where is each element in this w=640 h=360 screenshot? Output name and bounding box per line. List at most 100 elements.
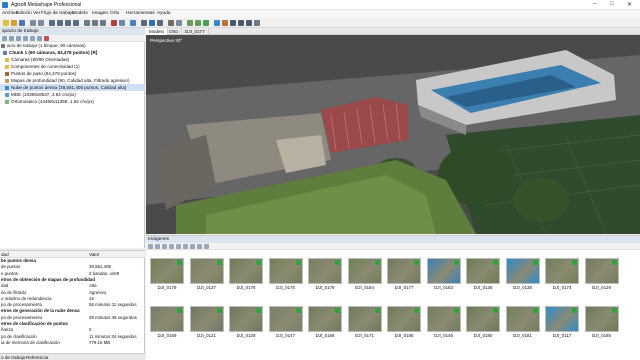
disable-icon[interactable]: [37, 36, 42, 41]
close-button[interactable]: ✕: [627, 1, 632, 8]
menu-ver[interactable]: Ver: [33, 11, 40, 16]
point-cloud-view-icon[interactable]: [141, 20, 147, 26]
image-thumbnail[interactable]: DJI_0169: [150, 306, 184, 339]
enable-camera-icon[interactable]: [183, 244, 188, 249]
menu-ayuda[interactable]: Ayuda: [157, 11, 171, 16]
menu-orto[interactable]: Orto: [110, 11, 119, 16]
tree-item-components[interactable]: Componentes de conectividad (1): [0, 63, 145, 70]
image-thumbnail[interactable]: DJI_0175: [268, 258, 303, 291]
dots-icon[interactable]: [246, 20, 252, 26]
globe-icon[interactable]: [214, 20, 220, 26]
camera-view-icon[interactable]: [168, 20, 174, 26]
image-thumbnail[interactable]: DJI_0171: [347, 306, 382, 339]
image-thumbnail[interactable]: DJI_0181: [505, 306, 540, 339]
menu-flujo-de-trabajo[interactable]: Flujo de trabajo: [41, 11, 74, 16]
tree-item-cameras[interactable]: Cámaras (90/90 Orientadas): [0, 56, 145, 63]
ruler-icon[interactable]: [130, 20, 136, 26]
image-thumbnail[interactable]: DJI_0180: [466, 306, 500, 339]
filter-icon[interactable]: [169, 244, 174, 249]
aligned-check-icon: [177, 308, 182, 313]
image-thumbnail[interactable]: DJI_0129: [584, 258, 619, 291]
remove-camera-icon[interactable]: [197, 244, 202, 249]
image-thumbnail[interactable]: DJI_0178: [308, 258, 342, 291]
menu-herramientas[interactable]: Herramientas: [126, 11, 155, 16]
image-thumbnail[interactable]: DJI_0176: [229, 258, 263, 291]
tab-photo-dji-0177[interactable]: DJI_0177: [182, 28, 209, 35]
tab-modelo[interactable]: Modelo: [146, 28, 169, 35]
tree-item-depth-maps[interactable]: Mapas de profundidad (90, Calidad alta, …: [0, 77, 145, 84]
tree-item-tie-points[interactable]: Puntos de paso (84,478 puntos): [0, 70, 145, 77]
navigation-icon[interactable]: [49, 20, 55, 26]
grid-icon[interactable]: [230, 20, 236, 26]
new-project-icon[interactable]: [3, 20, 9, 26]
redo-icon[interactable]: [38, 20, 44, 26]
menu-modelo[interactable]: Modelo: [72, 11, 88, 16]
thumbnail-image: [268, 258, 303, 284]
image-thumbnail[interactable]: DJI_0128: [229, 306, 263, 339]
disable-camera-icon[interactable]: [190, 244, 195, 249]
zoom-out-icon[interactable]: [195, 20, 201, 26]
tree-item-orthomosaic[interactable]: Ortomosaico (14468x11358, 1.92 cm/px): [0, 98, 145, 105]
region-view-icon[interactable]: [176, 20, 182, 26]
menu-edicion[interactable]: Edición: [16, 11, 32, 16]
image-thumbnail[interactable]: DJI_0184: [347, 258, 382, 291]
image-thumbnail[interactable]: DJI_0177: [387, 258, 421, 291]
tree-item-chunk[interactable]: Chunk 1 (90 cámaras, 84,478 puntos) [R]: [0, 49, 145, 56]
dense-cloud-view-icon[interactable]: [149, 20, 155, 26]
circle-selection-icon[interactable]: [65, 20, 71, 26]
image-thumbnail[interactable]: DJI_0186: [387, 306, 421, 339]
reset-view-icon[interactable]: [203, 20, 209, 26]
open-icon[interactable]: [11, 20, 17, 26]
remove-item-icon[interactable]: [23, 36, 28, 41]
image-thumbnail[interactable]: DJI_0185: [584, 306, 619, 339]
add-photos-icon[interactable]: [9, 36, 14, 41]
mask-icon[interactable]: [176, 244, 181, 249]
dense-point-cloud-render[interactable]: [146, 35, 640, 234]
save-icon[interactable]: [19, 20, 25, 26]
view-mode-icon[interactable]: [204, 244, 209, 249]
image-thumbnail[interactable]: DJI_0138: [505, 258, 540, 291]
menu-imagen[interactable]: Imagen: [92, 11, 108, 16]
enable-icon[interactable]: [30, 36, 35, 41]
model-view-icon[interactable]: [157, 20, 163, 26]
image-thumbnail[interactable]: DJI_0117: [545, 306, 579, 339]
image-thumbnail[interactable]: DJI_0168: [308, 306, 342, 339]
crop-selection-icon[interactable]: [119, 20, 125, 26]
rectangle-selection-icon[interactable]: [57, 20, 63, 26]
free-form-selection-icon[interactable]: [73, 20, 79, 26]
tree-item-workspace[interactable]: acio de trabajo (1 bloque, 90 cámaras): [0, 42, 145, 49]
maximize-button[interactable]: □: [610, 1, 614, 7]
layers-icon[interactable]: [254, 20, 260, 26]
image-thumbnail[interactable]: DJI_0137: [189, 258, 224, 291]
undo-icon[interactable]: [30, 20, 36, 26]
palette-icon[interactable]: [222, 20, 228, 26]
tab-reference[interactable]: Referencia: [26, 355, 48, 360]
rotate-right-icon[interactable]: [155, 244, 160, 249]
camera-icon[interactable]: [238, 20, 244, 26]
tab-workspace[interactable]: o de trabajo: [1, 355, 25, 360]
image-thumbnail[interactable]: DJI_0121: [189, 306, 224, 339]
image-thumbnail[interactable]: DJI_0183: [426, 258, 461, 291]
thumbnail-image: [505, 258, 540, 284]
tree-item-dense-cloud[interactable]: Nube de puntos densa (39,581,405 puntos,…: [0, 84, 145, 91]
add-chunk-icon[interactable]: [2, 36, 7, 41]
move-object-icon[interactable]: [84, 20, 90, 26]
tab-orto[interactable]: Orto: [166, 28, 182, 35]
zoom-in-icon[interactable]: [187, 20, 193, 26]
close-workspace-icon[interactable]: [44, 36, 49, 41]
add-folder-icon[interactable]: [16, 36, 21, 41]
tree-item-dem[interactable]: MDE (10398x8537, 3.84 cm/px): [0, 91, 145, 98]
image-thumbnail[interactable]: DJI_0179: [150, 258, 184, 291]
model-viewport[interactable]: Modelo Orto DJI_0177 Perspective 30°: [146, 28, 640, 234]
minimize-button[interactable]: –: [593, 1, 596, 7]
image-thumbnail[interactable]: DJI_0136: [466, 258, 500, 291]
zoom-icon[interactable]: [162, 244, 167, 249]
rotate-object-icon[interactable]: [92, 20, 98, 26]
thumbnail-label: DJI_0121: [197, 333, 216, 338]
image-thumbnail[interactable]: DJI_0146: [426, 306, 461, 339]
image-thumbnail[interactable]: DJI_0174: [545, 258, 579, 291]
rotate-left-icon[interactable]: [148, 244, 153, 249]
delete-selection-icon[interactable]: [111, 20, 117, 26]
resize-region-icon[interactable]: [100, 20, 106, 26]
image-thumbnail[interactable]: DJI_0147: [268, 306, 303, 339]
